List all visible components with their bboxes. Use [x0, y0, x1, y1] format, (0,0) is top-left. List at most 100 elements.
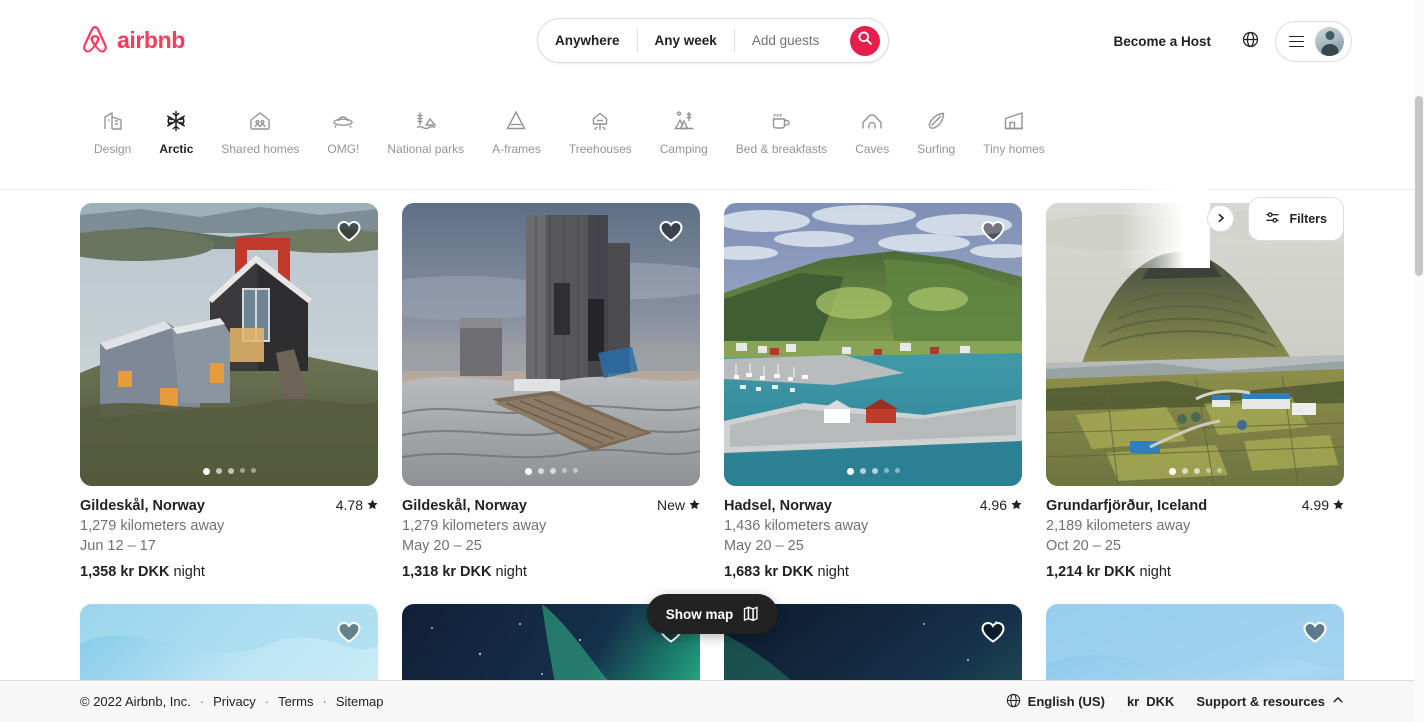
category-national-parks[interactable]: National parks	[373, 108, 478, 156]
listing-distance: 1,279 kilometers away	[80, 517, 378, 536]
filters-button[interactable]: Filters	[1248, 197, 1344, 241]
footer-separator: ·	[265, 694, 269, 709]
price-unit: night	[1140, 564, 1171, 580]
filters-label: Filters	[1289, 212, 1327, 226]
shared-home-icon	[248, 108, 272, 134]
listing-title-row: Grundarfjörður, Iceland 4.99	[1046, 497, 1344, 516]
listing-dates: Oct 20 – 25	[1046, 537, 1344, 556]
listing-rating: 4.96	[980, 497, 1022, 513]
snowflake-icon	[164, 108, 188, 134]
category-list: Design Arctic	[80, 108, 1210, 156]
show-map-label: Show map	[666, 607, 734, 622]
footer-link-terms[interactable]: Terms	[278, 694, 313, 709]
category-treehouses[interactable]: Treehouses	[555, 108, 646, 156]
listing-card[interactable]: Gildeskål, Norway 4.78 1,279 kilometers …	[80, 203, 378, 580]
listing-distance: 1,279 kilometers away	[402, 517, 700, 536]
category-arctic[interactable]: Arctic	[145, 108, 207, 156]
listing-title-row: Gildeskål, Norway New	[402, 497, 700, 516]
listing-card[interactable]: Gildeskål, Norway New 1,279 kilometers a…	[402, 203, 700, 580]
listing-price: 1,358 kr DKK night	[80, 564, 378, 580]
category-label: OMG!	[327, 142, 359, 156]
currency-code: DKK	[1146, 694, 1174, 709]
category-label: Arctic	[159, 142, 193, 156]
favorite-heart-icon[interactable]	[336, 620, 362, 644]
footer-support-label: Support & resources	[1196, 694, 1325, 709]
page-scrollbar[interactable]	[1414, 0, 1424, 722]
listing-card[interactable]: Hadsel, Norway 4.96 1,436 kilometers awa…	[724, 203, 1022, 580]
show-map-button[interactable]: Show map	[647, 594, 778, 634]
listing-card[interactable]	[1046, 604, 1344, 690]
footer-currency-button[interactable]: kr DKK	[1127, 694, 1174, 709]
category-design[interactable]: Design	[80, 108, 145, 156]
footer-link-sitemap[interactable]: Sitemap	[336, 694, 384, 709]
footer-right: English (US) kr DKK Support & resources	[1006, 693, 1344, 711]
search-bar[interactable]: Anywhere Any week Add guests	[537, 18, 889, 63]
listing-photo[interactable]	[724, 203, 1022, 486]
star-icon	[689, 497, 700, 513]
category-next-button[interactable]	[1207, 205, 1234, 232]
category-caves[interactable]: Caves	[841, 108, 903, 156]
search-dates-segment[interactable]: Any week	[638, 19, 734, 62]
language-globe-button[interactable]	[1231, 23, 1269, 61]
category-label: Tiny homes	[983, 142, 1045, 156]
listing-card[interactable]: Grundarfjörður, Iceland 4.99 2,189 kilom…	[1046, 203, 1344, 580]
footer-support-button[interactable]: Support & resources	[1196, 694, 1344, 709]
listing-photo[interactable]	[1046, 203, 1344, 486]
favorite-heart-icon[interactable]	[336, 219, 362, 243]
become-a-host-button[interactable]: Become a Host	[1099, 23, 1225, 60]
star-icon	[1011, 497, 1022, 513]
rating-value: 4.99	[1302, 497, 1329, 513]
airbnb-logo[interactable]: airbnb	[80, 24, 185, 56]
photo-carousel-dots[interactable]	[1046, 468, 1344, 475]
map-icon	[742, 605, 758, 624]
category-label: National parks	[387, 142, 464, 156]
listing-distance: 2,189 kilometers away	[1046, 517, 1344, 536]
listing-title: Gildeskål, Norway	[80, 497, 205, 516]
footer-link-privacy[interactable]: Privacy	[213, 694, 256, 709]
photo-carousel-dots[interactable]	[402, 468, 700, 475]
category-surfing[interactable]: Surfing	[903, 108, 969, 156]
favorite-heart-icon[interactable]	[980, 219, 1006, 243]
footer-copyright: © 2022 Airbnb, Inc.	[80, 694, 191, 709]
cave-icon	[860, 108, 884, 134]
footer-language-button[interactable]: English (US)	[1006, 693, 1105, 711]
listing-card[interactable]	[80, 604, 378, 690]
category-bed-and-breakfasts[interactable]: Bed & breakfasts	[722, 108, 841, 156]
category-a-frames[interactable]: A-frames	[478, 108, 555, 156]
airbnb-wordmark: airbnb	[117, 27, 185, 54]
photo-carousel-dots[interactable]	[724, 468, 1022, 475]
price-amount: 1,214 kr DKK	[1046, 564, 1135, 580]
star-icon	[1333, 497, 1344, 513]
category-label: A-frames	[492, 142, 541, 156]
listing-photo[interactable]	[80, 604, 378, 690]
listing-photo[interactable]	[402, 203, 700, 486]
sliders-icon	[1265, 210, 1280, 228]
search-guests-segment[interactable]: Add guests	[735, 19, 837, 62]
favorite-heart-icon[interactable]	[980, 620, 1006, 644]
a-frame-icon	[504, 108, 528, 134]
category-shared-homes[interactable]: Shared homes	[207, 108, 313, 156]
footer-separator: ·	[200, 694, 204, 709]
favorite-heart-icon[interactable]	[658, 219, 684, 243]
category-tiny-homes[interactable]: Tiny homes	[969, 108, 1059, 156]
airbnb-bel-logo-icon	[80, 24, 110, 56]
category-label: Caves	[855, 142, 889, 156]
category-camping[interactable]: Camping	[646, 108, 722, 156]
photo-carousel-dots[interactable]	[80, 468, 378, 475]
price-amount: 1,358 kr DKK	[80, 564, 169, 580]
listing-rating: New	[657, 497, 700, 513]
profile-menu-button[interactable]	[1275, 21, 1352, 62]
category-omg[interactable]: OMG!	[313, 108, 373, 156]
listing-info: Grundarfjörður, Iceland 4.99 2,189 kilom…	[1046, 486, 1344, 580]
listing-photo-art	[80, 203, 378, 486]
listing-photo[interactable]	[80, 203, 378, 486]
price-unit: night	[174, 564, 205, 580]
favorite-heart-icon[interactable]	[1302, 620, 1328, 644]
search-location-segment[interactable]: Anywhere	[538, 19, 637, 62]
category-label: Shared homes	[221, 142, 299, 156]
listing-photo[interactable]	[1046, 604, 1344, 690]
listing-photo-art	[724, 203, 1022, 486]
search-submit-button[interactable]	[850, 26, 880, 56]
listing-photo-art	[1046, 203, 1344, 486]
scrollbar-thumb[interactable]	[1415, 96, 1423, 276]
